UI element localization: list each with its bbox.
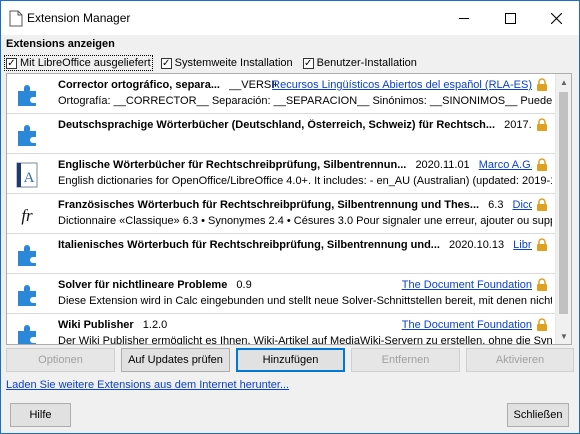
extension-name: Wiki Publisher: [58, 319, 134, 331]
publisher-link[interactable]: LibreItalia: [513, 239, 532, 251]
lock-icon: [537, 158, 547, 171]
get-more-extensions-link[interactable]: Laden Sie weitere Extensions aus dem Int…: [6, 379, 289, 391]
close-window-button[interactable]: [533, 1, 579, 35]
extension-name: Italienisches Wörterbuch für Rechtschrei…: [58, 239, 440, 251]
extension-version: 2017.01.12: [504, 119, 532, 131]
puzzle-icon: [18, 325, 36, 344]
extension-version: __VERSION__: [229, 79, 276, 91]
extension-version: 0.9: [236, 279, 252, 291]
svg-text:fr: fr: [21, 206, 33, 225]
checkbox-label: Mit LibreOffice ausgeliefert: [20, 57, 151, 69]
scroll-down-arrow-icon[interactable]: ▼: [556, 328, 571, 344]
extension-description: Ortografía: __CORRECTOR__ Separación: __…: [58, 95, 552, 107]
lock-icon: [537, 118, 547, 131]
extension-name: Deutschsprachige Wörterbücher (Deutschla…: [58, 119, 496, 131]
puzzle-icon: [18, 125, 36, 146]
extension-description: [58, 255, 552, 269]
svg-text:A: A: [24, 170, 35, 186]
publisher-link[interactable]: The Document Foundation: [402, 319, 532, 331]
lock-icon: [537, 278, 547, 291]
scroll-up-arrow-icon[interactable]: ▲: [556, 74, 571, 90]
filter-checkboxes: ✓ Mit LibreOffice ausgeliefert ✓ Systemw…: [4, 55, 427, 71]
checkbox-shared[interactable]: ✓ Systemweite Installation: [160, 57, 293, 69]
extension-item[interactable]: Wiki Publisher 1.2.0 The Document Founda…: [7, 314, 556, 345]
help-button[interactable]: Hilfe: [10, 403, 71, 427]
lock-icon: [537, 198, 547, 211]
checkbox-box[interactable]: ✓: [160, 57, 172, 69]
extension-description: [58, 135, 552, 149]
publisher-link[interactable]: Recursos Lingüísticos Abiertos del españ…: [272, 79, 532, 91]
checkbox-box[interactable]: ✓: [302, 57, 314, 69]
add-button[interactable]: Hinzufügen: [236, 348, 345, 372]
puzzle-icon: [18, 85, 36, 106]
extension-version: 2020.11.01: [415, 159, 470, 171]
extension-name: Französisches Wörterbuch für Rechtschrei…: [58, 199, 480, 211]
extension-version: 2020.10.13: [449, 239, 505, 251]
title-bar: Extension Manager: [1, 1, 579, 35]
lock-icon: [537, 78, 547, 91]
extension-item[interactable]: fr Französisches Wörterbuch für Rechtsch…: [7, 194, 556, 234]
extension-item[interactable]: Corrector ortográfico, separa... __VERSI…: [7, 74, 556, 114]
lock-icon: [537, 238, 547, 251]
extension-description: Dictionnaire «Classique» 6.3 • Synonymes…: [58, 215, 552, 227]
extension-name: Corrector ortográfico, separa...: [58, 79, 220, 91]
puzzle-icon: [18, 285, 36, 306]
minimize-button[interactable]: [441, 1, 487, 35]
extension-version: 1.2.0: [142, 319, 168, 331]
extension-name: Englische Wörterbücher für Rechtschreibp…: [58, 159, 407, 171]
checkbox-bundled[interactable]: ✓ Mit LibreOffice ausgeliefert: [4, 55, 153, 71]
extension-item[interactable]: A Englische Wörterbücher für Rechtschrei…: [7, 154, 556, 194]
list-scrollbar[interactable]: ▲ ▼: [555, 74, 571, 344]
maximize-button[interactable]: [487, 1, 533, 35]
document-icon: [9, 10, 23, 27]
close-icon: [550, 12, 562, 24]
extension-list[interactable]: Corrector ortográfico, separa... __VERSI…: [6, 73, 572, 345]
show-extensions-label: Extensions anzeigen: [6, 38, 115, 50]
extension-item[interactable]: Italienisches Wörterbuch für Rechtschrei…: [7, 234, 556, 274]
extension-item[interactable]: Solver für nichtlineare Probleme 0.9 The…: [7, 274, 556, 314]
window-title: Extension Manager: [27, 11, 131, 25]
scrollbar-thumb[interactable]: [559, 92, 568, 314]
extension-description: English dictionaries for OpenOffice/Libr…: [58, 175, 552, 187]
puzzle-icon: [18, 245, 36, 266]
remove-button[interactable]: Entfernen: [351, 348, 460, 372]
extension-description: Diese Extension wird in Calc eingebunden…: [58, 295, 552, 307]
extension-name: Solver für nichtlineare Probleme: [58, 279, 228, 291]
dictionary-icon: A: [16, 162, 38, 188]
checkbox-box[interactable]: ✓: [6, 57, 17, 69]
checkbox-label: Systemweite Installation: [174, 57, 293, 69]
check-updates-button[interactable]: Auf Updates prüfen: [121, 348, 230, 372]
fr-icon: fr: [21, 206, 33, 225]
options-button[interactable]: Optionen: [6, 348, 115, 372]
publisher-link[interactable]: Dicollecte: [513, 199, 532, 211]
lock-icon: [537, 318, 547, 331]
publisher-link[interactable]: The Document Foundation: [402, 279, 532, 291]
extension-item[interactable]: Deutschsprachige Wörterbücher (Deutschla…: [7, 114, 556, 154]
checkbox-label: Benutzer-Installation: [316, 57, 417, 69]
enable-button[interactable]: Aktivieren: [466, 348, 574, 372]
extension-version: 6.3: [488, 199, 504, 211]
extension-description: Der Wiki Publisher ermöglicht es Ihnen, …: [58, 335, 552, 345]
checkbox-user[interactable]: ✓ Benutzer-Installation: [302, 57, 417, 69]
publisher-link[interactable]: Marco A.G.Pinto: [479, 159, 532, 171]
close-button[interactable]: Schließen: [507, 403, 569, 427]
extension-manager-window: Extension Manager Extensions anzeigen ✓ …: [0, 0, 580, 434]
